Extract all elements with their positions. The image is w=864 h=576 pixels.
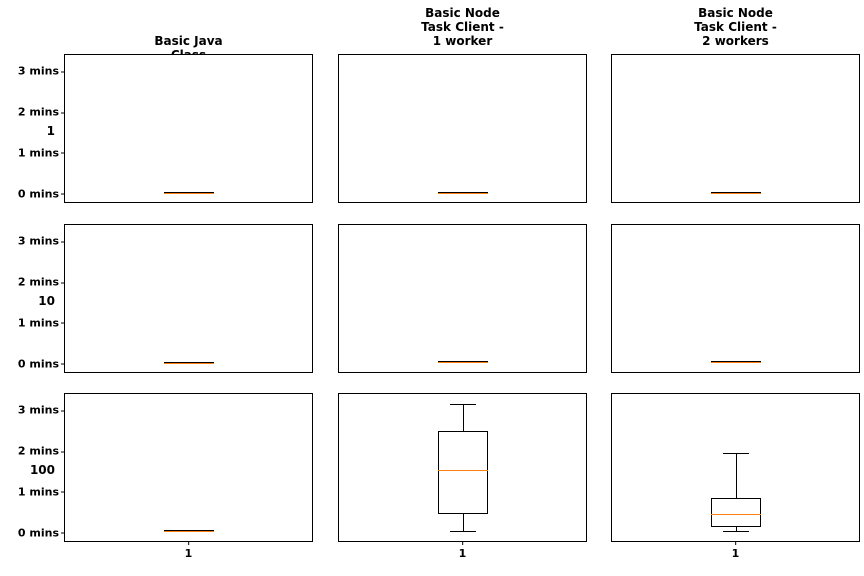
cap-lower: [723, 531, 749, 532]
panel-0-2: [611, 54, 860, 203]
median-line: [164, 531, 214, 532]
whisker-lower: [463, 514, 464, 530]
y-tick-label: 0 mins: [18, 357, 59, 370]
panel-0-0: 0 mins1 mins2 mins3 mins: [64, 54, 313, 203]
y-tick-label: 1 mins: [18, 485, 59, 498]
box: [711, 498, 761, 527]
median-line: [438, 193, 488, 194]
col-title-1: Basic Node Task Client - 1 worker: [338, 6, 587, 48]
panel-2-2: 1: [611, 393, 860, 542]
y-tick-label: 0 mins: [18, 526, 59, 539]
median-line: [711, 514, 761, 515]
x-tick-label: 1: [732, 547, 740, 560]
median-line: [711, 362, 761, 363]
panel-1-0: 0 mins1 mins2 mins3 mins: [64, 224, 313, 373]
col-title-2: Basic Node Task Client - 2 workers: [611, 6, 860, 48]
y-tick-label: 2 mins: [18, 106, 59, 119]
row-label-0: 1: [47, 124, 55, 138]
box: [438, 431, 488, 515]
y-tick-label: 2 mins: [18, 276, 59, 289]
whisker-upper: [463, 404, 464, 431]
y-tick-label: 2 mins: [18, 445, 59, 458]
x-tick-label: 1: [459, 547, 467, 560]
row-label-1: 10: [38, 294, 55, 308]
panel-0-1: [338, 54, 587, 203]
panel-2-1: 1: [338, 393, 587, 542]
panel-1-2: [611, 224, 860, 373]
y-tick-label: 1 mins: [18, 316, 59, 329]
x-tick-label: 1: [185, 547, 193, 560]
cap-upper: [723, 453, 749, 454]
median-line: [438, 362, 488, 363]
y-tick-label: 0 mins: [18, 187, 59, 200]
cap-lower: [450, 531, 476, 532]
whisker-upper: [736, 453, 737, 498]
y-tick-label: 1 mins: [18, 146, 59, 159]
row-label-2: 100: [30, 463, 55, 477]
y-tick-label: 3 mins: [18, 404, 59, 417]
median-line: [164, 363, 214, 364]
y-tick-label: 3 mins: [18, 65, 59, 78]
boxplot-grid: Basic Java Class Basic Node Task Client …: [0, 0, 864, 576]
median-line: [711, 193, 761, 194]
panel-2-0: 0 mins1 mins2 mins3 mins1: [64, 393, 313, 542]
median-line: [438, 470, 488, 471]
median-line: [164, 193, 214, 194]
panel-1-1: [338, 224, 587, 373]
y-tick-label: 3 mins: [18, 235, 59, 248]
cap-upper: [450, 404, 476, 405]
